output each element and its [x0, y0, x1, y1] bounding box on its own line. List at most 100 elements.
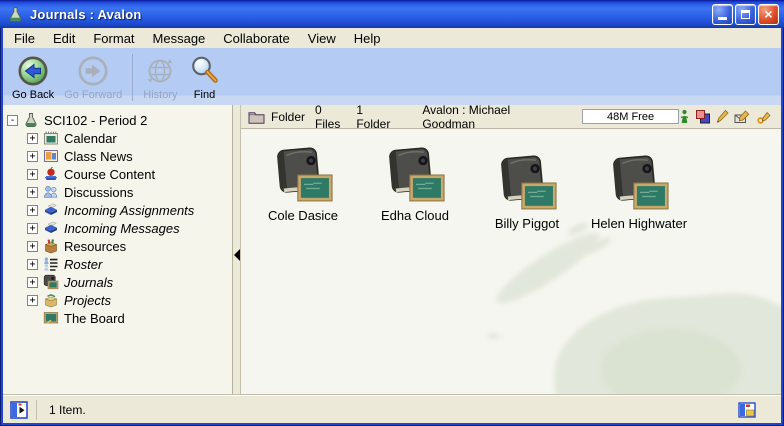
app-window: Journals : Avalon × File Edit Format Mes…	[0, 0, 784, 426]
tree-item-roster[interactable]: + Roster	[3, 255, 232, 273]
expand-toggle-icon[interactable]: +	[27, 133, 38, 144]
journal-icon	[607, 155, 671, 211]
window-title: Journals : Avalon	[30, 7, 712, 22]
tree-item-label: Incoming Assignments	[60, 203, 194, 218]
close-button[interactable]: ×	[758, 4, 779, 25]
menubar: File Edit Format Message Collaborate Vie…	[3, 28, 781, 48]
journal-item-helen-highwater[interactable]: Helen Highwater	[583, 155, 695, 231]
statusbar: 1 Item.	[3, 395, 781, 423]
go-forward-label: Go Forward	[64, 89, 122, 101]
minimize-icon	[718, 17, 727, 20]
menu-file[interactable]: File	[5, 29, 44, 48]
minimize-button[interactable]	[712, 4, 733, 25]
course-content-icon	[43, 166, 60, 182]
sign-key-icon[interactable]	[757, 109, 774, 125]
tree-item-label: Roster	[60, 257, 102, 272]
content-area: - SCI102 - Period 2 + Calendar + Class N…	[3, 105, 781, 395]
discussions-icon	[43, 184, 60, 200]
tree-item-calendar[interactable]: + Calendar	[3, 129, 232, 147]
course-tree: - SCI102 - Period 2 + Calendar + Class N…	[3, 105, 233, 395]
tree-item-resources[interactable]: + Resources	[3, 237, 232, 255]
tree-item-label: SCI102 - Period 2	[40, 113, 147, 128]
expand-toggle-icon[interactable]: +	[27, 169, 38, 180]
expand-toggle-icon[interactable]: +	[27, 277, 38, 288]
expand-toggle-icon[interactable]: +	[27, 223, 38, 234]
item-count: 1 Item.	[49, 403, 86, 417]
maximize-button[interactable]	[735, 4, 756, 25]
tree-item-projects[interactable]: + Projects	[3, 291, 232, 309]
go-back-label: Go Back	[12, 89, 54, 101]
incoming-messages-icon	[43, 220, 60, 236]
folder-type-label: Folder	[271, 110, 305, 124]
projects-icon	[43, 292, 60, 308]
journal-item-billy-piggot[interactable]: Billy Piggot	[471, 155, 583, 231]
journal-item-label: Edha Cloud	[381, 208, 449, 223]
incoming-assignments-icon	[43, 202, 60, 218]
tree-item-class-news[interactable]: + Class News	[3, 147, 232, 165]
journal-item-cole-dasice[interactable]: Cole Dasice	[247, 147, 359, 223]
tree-item-journals[interactable]: + Journals	[3, 273, 232, 291]
find-label: Find	[194, 89, 215, 101]
infobar-actions	[679, 109, 774, 125]
journal-items-row: Cole Dasice Edha Cloud Billy Piggot Hele…	[241, 129, 781, 231]
expand-toggle-icon[interactable]: +	[27, 151, 38, 162]
journal-icon	[383, 147, 447, 203]
files-count: 0 Files	[315, 105, 350, 131]
tree-item-label: Class News	[60, 149, 133, 164]
history-label: History	[143, 89, 177, 101]
panel-splitter[interactable]	[233, 105, 241, 395]
menu-edit[interactable]: Edit	[44, 29, 84, 48]
calendar-icon	[43, 130, 60, 146]
tree-item-label: Course Content	[60, 167, 155, 182]
menu-format[interactable]: Format	[84, 29, 143, 48]
expander-spacer	[27, 313, 38, 324]
expand-toggle-icon[interactable]: +	[27, 205, 38, 216]
tree-item-course-content[interactable]: + Course Content	[3, 165, 232, 183]
tree-item-incoming-assignments[interactable]: + Incoming Assignments	[3, 201, 232, 219]
collapse-toggle-icon[interactable]: -	[7, 115, 18, 126]
expand-toggle-icon[interactable]: +	[27, 187, 38, 198]
expand-toggle-icon[interactable]: +	[27, 241, 38, 252]
board-icon	[43, 310, 60, 326]
folder-contents: Cole Dasice Edha Cloud Billy Piggot Hele…	[241, 129, 781, 395]
collapse-panel-arrow-icon[interactable]	[234, 249, 240, 261]
expand-toggle-icon[interactable]: +	[27, 259, 38, 270]
folder-info-bar: Folder 0 Files 1 Folder Avalon : Michael…	[241, 105, 781, 129]
menu-help[interactable]: Help	[345, 29, 390, 48]
folder-icon	[248, 110, 265, 124]
compose-icon[interactable]	[734, 109, 752, 125]
menu-message[interactable]: Message	[144, 29, 215, 48]
tree-item-label: The Board	[60, 311, 125, 326]
statusbar-separator	[36, 400, 37, 420]
layers-icon[interactable]	[695, 109, 711, 125]
find-button[interactable]: Find	[183, 51, 227, 101]
menu-view[interactable]: View	[299, 29, 345, 48]
person-icon[interactable]	[679, 109, 690, 125]
main-panel: Folder 0 Files 1 Folder Avalon : Michael…	[241, 105, 781, 395]
class-news-icon	[43, 148, 60, 164]
tree-item-incoming-messages[interactable]: + Incoming Messages	[3, 219, 232, 237]
view-layout-icon[interactable]	[738, 401, 756, 419]
menu-collaborate[interactable]: Collaborate	[214, 29, 299, 48]
flask-icon	[23, 112, 40, 128]
tree-item-label: Journals	[60, 275, 113, 290]
tree-item-course-root[interactable]: - SCI102 - Period 2	[3, 111, 232, 129]
toggle-tree-panel-icon[interactable]	[10, 401, 28, 419]
tree-item-label: Discussions	[60, 185, 133, 200]
location-owner: Avalon : Michael Goodman	[422, 105, 566, 131]
roster-icon	[43, 256, 60, 272]
maximize-icon	[741, 10, 750, 19]
forward-icon	[76, 53, 110, 89]
journals-icon	[43, 274, 60, 290]
titlebar[interactable]: Journals : Avalon ×	[0, 0, 784, 28]
tree-item-discussions[interactable]: + Discussions	[3, 183, 232, 201]
tree-item-label: Projects	[60, 293, 111, 308]
journal-item-label: Cole Dasice	[268, 208, 338, 223]
tree-item-label: Resources	[60, 239, 126, 254]
pencil-icon[interactable]	[716, 109, 729, 125]
folders-count: 1 Folder	[356, 105, 400, 131]
go-back-button[interactable]: Go Back	[7, 51, 59, 101]
journal-item-edha-cloud[interactable]: Edha Cloud	[359, 147, 471, 223]
expand-toggle-icon[interactable]: +	[27, 295, 38, 306]
tree-item-the-board[interactable]: The Board	[3, 309, 232, 327]
